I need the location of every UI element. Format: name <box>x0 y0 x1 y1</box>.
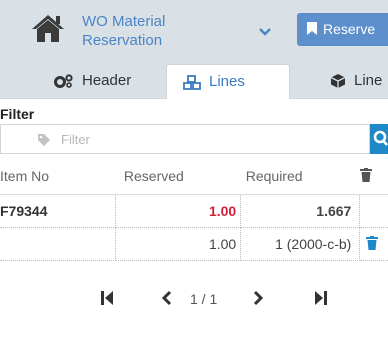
next-page-icon[interactable] <box>253 290 264 309</box>
tab-header-label: Header <box>82 72 132 89</box>
trash-icon <box>359 167 372 182</box>
last-page-icon[interactable] <box>315 290 327 309</box>
home-icon[interactable] <box>30 12 66 44</box>
cell-item-no: F79344 <box>0 194 117 228</box>
search-button[interactable] <box>370 124 388 154</box>
col-required[interactable]: Required <box>240 158 360 195</box>
cell-reserved: 1.00 <box>115 227 242 261</box>
tab-line[interactable]: Line <box>330 64 382 99</box>
cubes-icon <box>183 74 201 90</box>
wo-material-reservation-panel: WO Material Reservation Reserve Header L… <box>0 0 388 359</box>
filter-field[interactable] <box>0 124 370 154</box>
filter-icon <box>37 133 51 152</box>
bookmark-icon <box>307 14 317 46</box>
prev-page-icon[interactable] <box>161 290 172 309</box>
tab-bar: Header Lines Line <box>0 57 388 99</box>
filter-input[interactable] <box>61 129 351 149</box>
lines-table: Item No Reserved Required F79344 1.00 1.… <box>0 158 388 261</box>
cell-reserved: 1.00 <box>115 194 242 228</box>
app-title: WO Material Reservation <box>82 13 166 49</box>
cell-item-no <box>0 227 117 261</box>
top-bar: WO Material Reservation Reserve <box>0 0 388 57</box>
col-actions <box>359 158 388 195</box>
first-page-icon[interactable] <box>101 290 113 309</box>
reserve-button[interactable]: Reserve <box>297 13 388 46</box>
reserve-button-label: Reserve <box>323 21 376 37</box>
col-reserved[interactable]: Reserved <box>115 158 241 195</box>
table-row[interactable]: F79344 1.00 1.667 <box>0 194 388 228</box>
tab-lines-label: Lines <box>209 73 245 90</box>
search-icon <box>373 130 388 146</box>
cell-actions <box>359 227 388 261</box>
col-item-no[interactable]: Item No <box>0 158 116 195</box>
cell-actions <box>359 194 388 228</box>
cell-required: 1 (2000-c-b) <box>240 227 361 261</box>
cube-icon <box>330 74 346 89</box>
table-row[interactable]: 1.00 1 (2000-c-b) <box>0 227 388 261</box>
table-header-row: Item No Reserved Required <box>0 158 388 195</box>
cell-required: 1.667 <box>240 194 361 228</box>
chevron-down-icon[interactable] <box>258 24 272 36</box>
filter-label: Filter <box>0 106 35 122</box>
tab-lines[interactable]: Lines <box>166 64 290 99</box>
tab-line-label: Line <box>354 72 383 89</box>
page-info: 1 / 1 <box>190 291 218 307</box>
gears-icon <box>54 74 73 89</box>
tab-header[interactable]: Header <box>54 64 131 99</box>
pager: 1 / 1 <box>0 276 388 320</box>
delete-icon[interactable] <box>366 235 379 250</box>
